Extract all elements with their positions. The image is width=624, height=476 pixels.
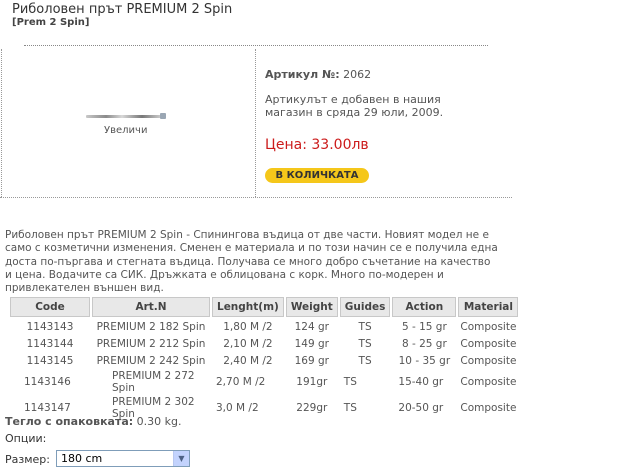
cell-material: Composite bbox=[460, 402, 517, 414]
cell-action: 10 - 35 gr bbox=[398, 354, 451, 367]
cell-guides: TS bbox=[358, 320, 372, 333]
table-row: 1143144 PREMIUM 2 212 Spin 2,10 M /2 149… bbox=[10, 336, 518, 351]
chevron-down-icon[interactable]: ▼ bbox=[173, 451, 189, 466]
cell-action: 5 - 15 gr bbox=[401, 320, 447, 333]
cell-art: PREMIUM 2 182 Spin bbox=[96, 320, 206, 333]
article-number-label: Артикул №: bbox=[265, 68, 340, 81]
col-guides-header: Guides bbox=[339, 297, 391, 317]
cell-action: 20-50 gr bbox=[398, 402, 444, 414]
title-divider bbox=[24, 45, 488, 46]
options-label: Опции: bbox=[5, 432, 47, 445]
specs-table: Code Art.N Lenght(m) Weight Guides Actio… bbox=[8, 295, 520, 422]
cell-weight: 229gr bbox=[296, 402, 328, 414]
cell-length: 2,40 M /2 bbox=[223, 354, 273, 367]
cell-weight: 191gr bbox=[296, 376, 328, 388]
table-row: 1143145 PREMIUM 2 242 Spin 2,40 M /2 169… bbox=[10, 353, 518, 368]
cell-material: Composite bbox=[460, 337, 517, 350]
cell-code: 1143144 bbox=[26, 337, 74, 350]
package-weight-value: 0.30 kg. bbox=[136, 415, 182, 428]
product-model-code: [Prem 2 Spin] bbox=[12, 17, 90, 28]
cell-guides: TS bbox=[358, 354, 372, 367]
size-selected-value: 180 cm bbox=[61, 452, 103, 465]
box-left-divider bbox=[1, 49, 2, 197]
cell-weight: 169 gr bbox=[294, 354, 329, 367]
price-label: Цена: bbox=[265, 137, 307, 153]
cell-action: 8 - 25 gr bbox=[401, 337, 447, 350]
col-weight-header: Weight bbox=[285, 297, 338, 317]
cell-material: Composite bbox=[460, 376, 517, 388]
cell-art: PREMIUM 2 272 Spin bbox=[112, 370, 195, 394]
table-row: 1143143 PREMIUM 2 182 Spin 1,80 M /2 124… bbox=[10, 319, 518, 334]
cell-art: PREMIUM 2 212 Spin bbox=[96, 337, 206, 350]
specs-header-row: Code Art.N Lenght(m) Weight Guides Actio… bbox=[10, 297, 519, 317]
cell-action: 15-40 gr bbox=[398, 376, 444, 388]
cell-guides: TS bbox=[343, 376, 357, 388]
article-number-line: Артикул №: 2062 bbox=[265, 68, 371, 81]
cell-material: Composite bbox=[460, 320, 517, 333]
package-weight: Тегло с опаковката: 0.30 kg. bbox=[5, 415, 182, 428]
col-art-header: Art.N bbox=[92, 297, 210, 317]
cell-weight: 149 gr bbox=[294, 337, 329, 350]
zoom-link[interactable]: Увеличи bbox=[104, 125, 147, 136]
product-image-reel bbox=[160, 113, 166, 119]
cell-length: 1,80 M /2 bbox=[223, 320, 273, 333]
cell-material: Composite bbox=[460, 354, 517, 367]
cell-art: PREMIUM 2 242 Spin bbox=[96, 354, 206, 367]
cell-code: 1143146 bbox=[24, 376, 71, 388]
size-select[interactable]: 180 cm ▼ bbox=[56, 450, 190, 467]
cell-weight: 124 gr bbox=[294, 320, 329, 333]
price-value: 33.00лв bbox=[311, 137, 369, 153]
product-info-box: Увеличи Артикул №: 2062 Артикулът е доба… bbox=[0, 49, 512, 198]
product-description: Риболовен прът PREMIUM 2 Spin - Спининго… bbox=[5, 229, 498, 295]
add-to-cart-button[interactable]: В КОЛИЧКАТА bbox=[265, 168, 369, 183]
cell-guides: TS bbox=[343, 402, 357, 414]
cell-guides: TS bbox=[358, 337, 372, 350]
cell-code: 1143143 bbox=[26, 320, 74, 333]
box-bottom-divider bbox=[0, 197, 512, 198]
col-length-header: Lenght(m) bbox=[212, 297, 284, 317]
cell-code: 1143145 bbox=[26, 354, 74, 367]
date-added-text: Артикулът е добавен в нашия магазин в ср… bbox=[265, 93, 444, 119]
box-middle-divider bbox=[255, 49, 256, 197]
article-number-value: 2062 bbox=[343, 68, 372, 81]
col-material-header: Material bbox=[458, 297, 519, 317]
col-action-header: Action bbox=[392, 297, 457, 317]
package-weight-label: Тегло с опаковката: bbox=[5, 415, 134, 428]
product-image[interactable] bbox=[86, 115, 166, 118]
table-row: 1143146 PREMIUM 2 272 Spin 2,70 M /2 191… bbox=[10, 370, 518, 394]
cell-length: 2,10 M /2 bbox=[223, 337, 273, 350]
price-line: Цена: 33.00лв bbox=[265, 137, 369, 153]
product-title: Риболовен прът PREMIUM 2 Spin bbox=[12, 2, 233, 17]
col-code-header: Code bbox=[10, 297, 90, 317]
cell-length: 3,0 M /2 bbox=[216, 402, 259, 414]
cell-length: 2,70 M /2 bbox=[216, 376, 266, 388]
size-label: Размер: bbox=[5, 453, 50, 466]
